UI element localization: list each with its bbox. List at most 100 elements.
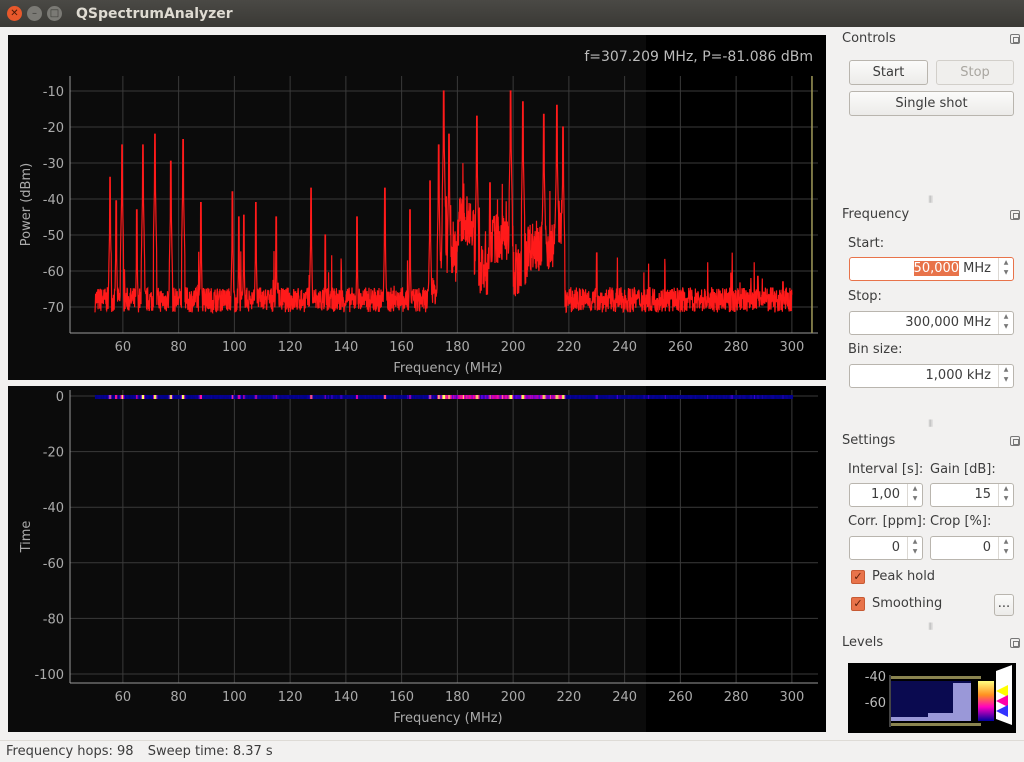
waterfall-cell [603, 395, 605, 399]
maximize-window-button[interactable]: □ [47, 6, 62, 21]
corr-input[interactable]: 0 ▲ ▼ [849, 536, 923, 560]
waterfall-cell [121, 395, 123, 399]
waterfall-cell [756, 395, 758, 399]
waterfall-cell [275, 395, 277, 399]
waterfall-cell [595, 395, 597, 399]
spin-arrows[interactable]: ▲ ▼ [907, 537, 922, 559]
waterfall-cell [236, 395, 238, 399]
waterfall-cell [339, 395, 341, 399]
waterfall-cell [346, 395, 349, 399]
x-tick-label: 280 [724, 690, 749, 705]
waterfall-cell [787, 395, 789, 399]
waterfall-cell [478, 395, 480, 399]
x-tick-label: 180 [445, 690, 470, 705]
spin-arrows[interactable]: ▲ ▼ [998, 365, 1013, 387]
waterfall-cell [791, 395, 794, 399]
x-tick-label: 260 [668, 340, 693, 355]
waterfall-plot[interactable]: 60 80 100 120 140 160 180 200 220 240 260 280 300 0 -2… [8, 386, 826, 732]
waterfall-cell [336, 395, 339, 399]
crop-input[interactable]: 0 ▲ ▼ [930, 536, 1014, 560]
waterfall-cell [722, 395, 724, 399]
interval-input[interactable]: 1,00 ▲ ▼ [849, 483, 923, 507]
float-dock-icon[interactable] [1010, 210, 1020, 220]
waterfall-cell [225, 395, 227, 399]
float-dock-icon[interactable] [1010, 638, 1020, 648]
dock-splitter[interactable]: ||| [928, 622, 936, 630]
waterfall-cell [626, 395, 629, 399]
waterfall-cell [234, 395, 236, 399]
waterfall-cell [566, 395, 568, 399]
stop-value: 300,000 MHz [905, 315, 991, 330]
stop-frequency-input[interactable]: 300,000 MHz ▲ ▼ [849, 311, 1014, 335]
spectrum-chart[interactable]: 60 80 100 120 140 160 180 200 220 240 260 280 300 -10… [8, 35, 826, 380]
waterfall-cell [465, 395, 467, 399]
bin-size-input[interactable]: 1,000 kHz ▲ ▼ [849, 364, 1014, 388]
waterfall-cell [664, 395, 666, 399]
waterfall-cell [397, 395, 399, 399]
waterfall-cell [329, 395, 331, 399]
waterfall-cell [266, 395, 268, 399]
waterfall-cell [449, 395, 451, 399]
spin-arrows[interactable]: ▲ ▼ [998, 537, 1013, 559]
stop-button[interactable]: Stop [936, 60, 1014, 85]
waterfall-cell [650, 395, 652, 399]
waterfall-cell [450, 395, 452, 399]
smoothing-checkbox[interactable]: ✓ [851, 597, 865, 611]
x-tick-label: 120 [278, 690, 303, 705]
spin-arrows[interactable]: ▲ ▼ [998, 312, 1013, 334]
waterfall-cell [198, 395, 200, 399]
y-tick-label: -40 [43, 501, 64, 516]
waterfall-cell [274, 395, 276, 399]
spin-arrows[interactable]: ▲ ▼ [907, 484, 922, 506]
start-frequency-input[interactable]: 50,000 MHz ▲ ▼ [849, 257, 1014, 281]
waterfall-cell [564, 395, 566, 399]
dock-splitter[interactable]: ||| [928, 195, 936, 203]
dock-splitter[interactable]: ||| [928, 419, 936, 427]
waterfall-cell [713, 395, 716, 399]
waterfall-cell [624, 395, 626, 399]
levels-min-line[interactable] [891, 723, 981, 726]
start-button[interactable]: Start [849, 60, 928, 85]
waterfall-cell [110, 395, 112, 399]
waterfall-cell [587, 395, 590, 399]
spin-arrows[interactable]: ▲ ▼ [998, 484, 1013, 506]
float-dock-icon[interactable] [1010, 436, 1020, 446]
smoothing-options-button[interactable]: ... [994, 594, 1014, 616]
waterfall-cell [640, 395, 642, 399]
waterfall-cell [183, 395, 185, 399]
levels-histogram[interactable]: -40 -60 [848, 663, 1016, 733]
spectrum-plot[interactable]: 60 80 100 120 140 160 180 200 220 240 260 280 300 -10… [8, 35, 826, 380]
waterfall-cell [148, 395, 150, 399]
waterfall-cell [263, 395, 265, 399]
spin-arrows[interactable]: ▲ ▼ [998, 258, 1013, 280]
waterfall-chart[interactable]: 60 80 100 120 140 160 180 200 220 240 260 280 300 0 -2… [8, 386, 826, 732]
minimize-window-button[interactable]: – [27, 6, 42, 21]
waterfall-cell [179, 395, 181, 399]
x-tick-label: 240 [612, 340, 637, 355]
waterfall-cell [349, 395, 351, 399]
peak-hold-checkbox[interactable]: ✓ [851, 570, 865, 584]
x-tick-label: 200 [501, 690, 526, 705]
levels-tick-high: -40 [865, 670, 886, 685]
waterfall-cell [228, 395, 230, 399]
waterfall-cell [361, 395, 363, 399]
waterfall-cell [529, 395, 532, 399]
x-tick-label: 220 [556, 690, 581, 705]
waterfall-cell [760, 395, 762, 399]
float-dock-icon[interactable] [1010, 34, 1020, 44]
waterfall-cell [194, 395, 196, 399]
gain-input[interactable]: 15 ▲ ▼ [930, 483, 1014, 507]
waterfall-cell [165, 395, 167, 399]
waterfall-cell [620, 395, 622, 399]
levels-max-line[interactable] [891, 676, 981, 679]
waterfall-cell [735, 395, 737, 399]
waterfall-cell [702, 395, 704, 399]
waterfall-cell [169, 395, 171, 399]
single-shot-button[interactable]: Single shot [849, 91, 1014, 116]
waterfall-cell [684, 395, 687, 399]
waterfall-cell [386, 395, 388, 399]
waterfall-cell [409, 395, 411, 399]
waterfall-cell [141, 395, 144, 399]
close-window-button[interactable]: ✕ [7, 6, 22, 21]
waterfall-cell [351, 395, 353, 399]
